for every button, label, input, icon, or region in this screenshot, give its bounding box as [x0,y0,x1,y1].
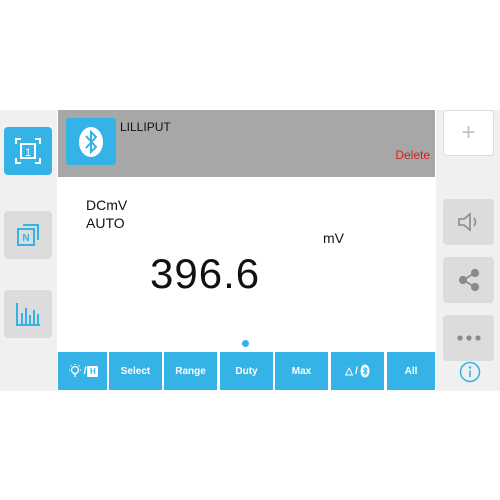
measurement-mode: DCmV [86,197,128,213]
more-options-button[interactable] [443,315,494,361]
backlight-hold-separator: / [83,365,87,377]
info-icon[interactable] [459,361,481,383]
channel-1-icon: 1 [15,138,41,164]
channel-n-label: N [22,233,29,244]
bluetooth-icon [79,126,103,157]
measurement-display: DCmV AUTO mV 396.6 [58,177,435,352]
more-icon [456,335,481,341]
delta-bt-separator: / [354,365,358,377]
device-header: LILLIPUT Delete [58,110,435,177]
range-mode: AUTO [86,215,125,231]
channel-1-label: 1 [25,147,31,159]
all-button[interactable]: All [387,352,435,390]
backlight-hold-button[interactable]: / H [58,352,107,390]
device-name: LILLIPUT [120,120,171,134]
speaker-icon [457,212,476,232]
lightbulb-icon [68,364,81,377]
delta-icon: △ [345,365,353,377]
page-indicator-dot [242,340,249,347]
reading-unit: mV [323,230,344,246]
multimeter-app: 1 N LILLIPUT Delete DCmV AUTO mV 396.6 /… [0,110,500,391]
add-device-button[interactable]: + [443,110,494,156]
channel-n-button[interactable]: N [4,211,52,259]
select-button[interactable]: Select [109,352,162,390]
bluetooth-icon [360,364,370,378]
channel-n-icon: N [17,224,39,246]
reading-value: 396.6 [150,250,261,297]
hold-icon: H [87,365,99,377]
plus-icon: + [461,119,476,146]
chart-view-button[interactable] [4,290,52,338]
delete-device-button[interactable]: Delete [395,148,430,162]
channel-1-button[interactable]: 1 [4,127,52,175]
bar-chart-icon [16,303,40,326]
function-button-bar: / H Select Range Duty Max △ / All [58,352,435,390]
share-button[interactable] [443,257,494,303]
duty-button[interactable]: Duty [220,352,273,390]
left-sidebar: 1 N [0,110,57,391]
max-button[interactable]: Max [275,352,328,390]
delta-bluetooth-button[interactable]: △ / [331,352,384,390]
device-bluetooth-logo [66,118,116,165]
share-icon [458,268,479,292]
range-button[interactable]: Range [164,352,217,390]
sound-button[interactable] [443,199,494,245]
right-sidebar: + [436,110,500,391]
